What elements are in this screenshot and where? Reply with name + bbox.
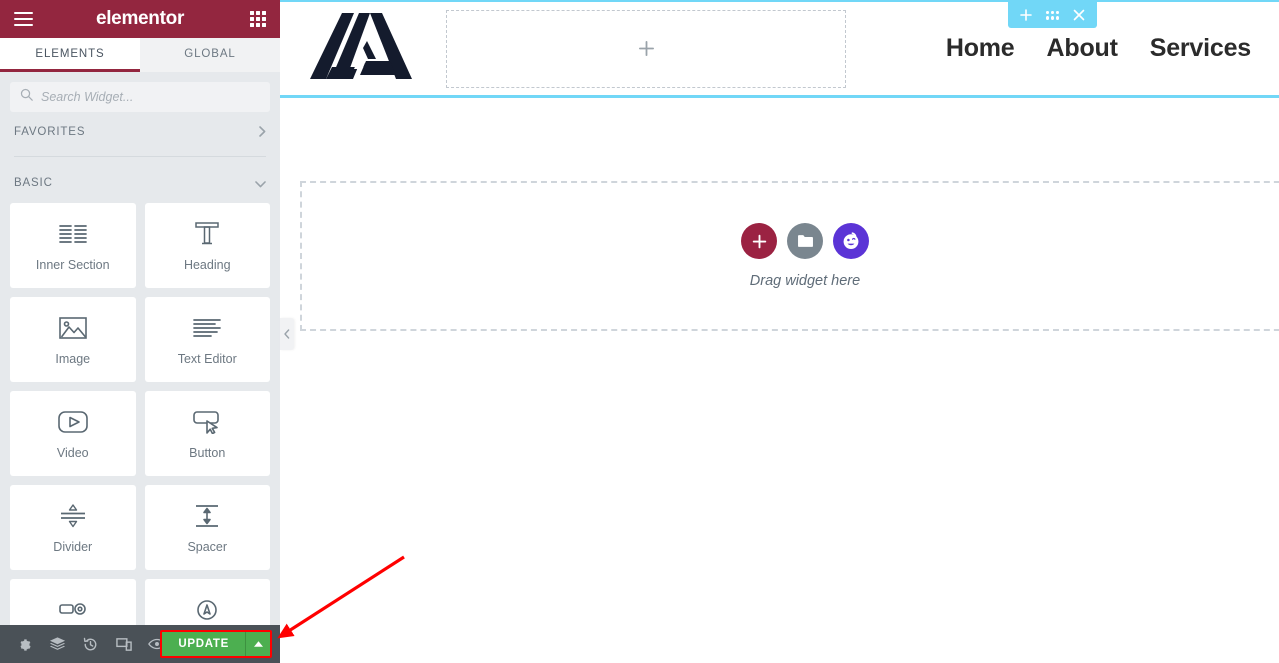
button-icon xyxy=(192,407,222,437)
drag-widget-dropzone[interactable]: Drag widget here xyxy=(300,181,1279,331)
ai-assistant-button[interactable] xyxy=(833,223,869,259)
nav-link-about[interactable]: About xyxy=(1047,34,1118,63)
section-toolbar xyxy=(1008,2,1097,28)
search-input[interactable] xyxy=(41,90,260,104)
widget-label: Inner Section xyxy=(35,258,110,272)
category-favorites-label: FAVORITES xyxy=(14,126,86,138)
panel-collapse-handle[interactable] xyxy=(280,318,294,350)
text-editor-icon xyxy=(193,313,222,343)
hamburger-icon[interactable] xyxy=(14,12,33,26)
widget-spacer[interactable]: Spacer xyxy=(144,485,270,570)
widget-image[interactable]: Image xyxy=(10,297,136,382)
panel-footer: UPDATE xyxy=(0,625,280,663)
editor-panel: elementor ELEMENTS GLOBAL Search Widget.… xyxy=(0,0,280,663)
video-icon xyxy=(57,407,88,437)
widget-label: Image xyxy=(55,352,91,366)
widget-icon[interactable]: Icon xyxy=(144,579,270,625)
nav-link-home[interactable]: Home xyxy=(946,34,1015,63)
nav-link-services[interactable]: Services xyxy=(1150,34,1251,63)
responsive-mode-icon[interactable] xyxy=(107,625,140,663)
widget-google-maps[interactable]: Google Maps xyxy=(10,579,136,625)
widget-list: FAVORITES BASIC Inner Section Heading Im… xyxy=(0,112,280,625)
divider-icon xyxy=(59,501,87,531)
nav-menu: Home About Services xyxy=(846,34,1279,63)
widget-label: Divider xyxy=(53,540,93,554)
widget-label: Heading xyxy=(183,258,231,272)
update-button[interactable]: UPDATE xyxy=(162,632,246,656)
empty-column-placeholder[interactable] xyxy=(446,9,846,88)
chevron-right-icon xyxy=(259,125,266,139)
widget-label: Video xyxy=(56,446,89,460)
widget-video[interactable]: Video xyxy=(10,391,136,476)
site-logo xyxy=(309,11,414,86)
google-maps-icon xyxy=(58,595,88,625)
widget-divider[interactable]: Divider xyxy=(10,485,136,570)
category-divider xyxy=(14,156,266,157)
search-box[interactable] xyxy=(10,82,270,112)
add-section-icon[interactable] xyxy=(1020,9,1032,21)
widget-grid: Inner Section Heading Image Text Editor … xyxy=(0,203,280,625)
header-section[interactable]: Home About Services xyxy=(280,0,1279,98)
elementor-editor: elementor ELEMENTS GLOBAL Search Widget.… xyxy=(0,0,1279,663)
heading-icon xyxy=(194,219,220,249)
panel-tabs: ELEMENTS GLOBAL xyxy=(0,38,280,72)
update-button-group: UPDATE xyxy=(160,630,272,658)
search-widget-area xyxy=(0,72,280,112)
widget-label: Button xyxy=(189,446,226,460)
drag-section-icon[interactable] xyxy=(1046,10,1059,20)
delete-section-icon[interactable] xyxy=(1073,9,1085,21)
inner-section-icon xyxy=(58,219,87,249)
widget-button[interactable]: Button xyxy=(144,391,270,476)
history-icon[interactable] xyxy=(74,625,107,663)
navigator-icon[interactable] xyxy=(41,625,74,663)
update-dropdown-caret[interactable] xyxy=(246,632,270,656)
settings-icon[interactable] xyxy=(8,625,41,663)
widget-label: Spacer xyxy=(187,540,228,554)
dropzone-buttons xyxy=(741,223,869,259)
widget-heading[interactable]: Heading xyxy=(144,203,270,288)
spacer-icon xyxy=(193,501,221,531)
category-basic-label: BASIC xyxy=(14,177,53,189)
add-widget-button[interactable] xyxy=(741,223,777,259)
page-canvas: Home About Services Drag widget here xyxy=(280,0,1279,663)
image-icon xyxy=(58,313,87,343)
widget-label: Text Editor xyxy=(177,352,237,366)
tab-elements[interactable]: ELEMENTS xyxy=(0,38,140,72)
widget-text-editor[interactable]: Text Editor xyxy=(144,297,270,382)
panel-header: elementor xyxy=(0,0,280,38)
icon-widget-icon xyxy=(193,595,221,625)
chevron-down-icon xyxy=(255,177,266,190)
elementor-brand: elementor xyxy=(95,8,185,29)
template-library-button[interactable] xyxy=(787,223,823,259)
tab-global[interactable]: GLOBAL xyxy=(140,38,280,72)
search-icon xyxy=(20,88,33,106)
grid-apps-icon[interactable] xyxy=(250,11,266,27)
category-favorites[interactable]: FAVORITES xyxy=(0,112,280,152)
logo-column[interactable] xyxy=(294,11,429,86)
widget-inner-section[interactable]: Inner Section xyxy=(10,203,136,288)
category-basic[interactable]: BASIC xyxy=(0,163,280,203)
dropzone-label: Drag widget here xyxy=(749,273,861,289)
